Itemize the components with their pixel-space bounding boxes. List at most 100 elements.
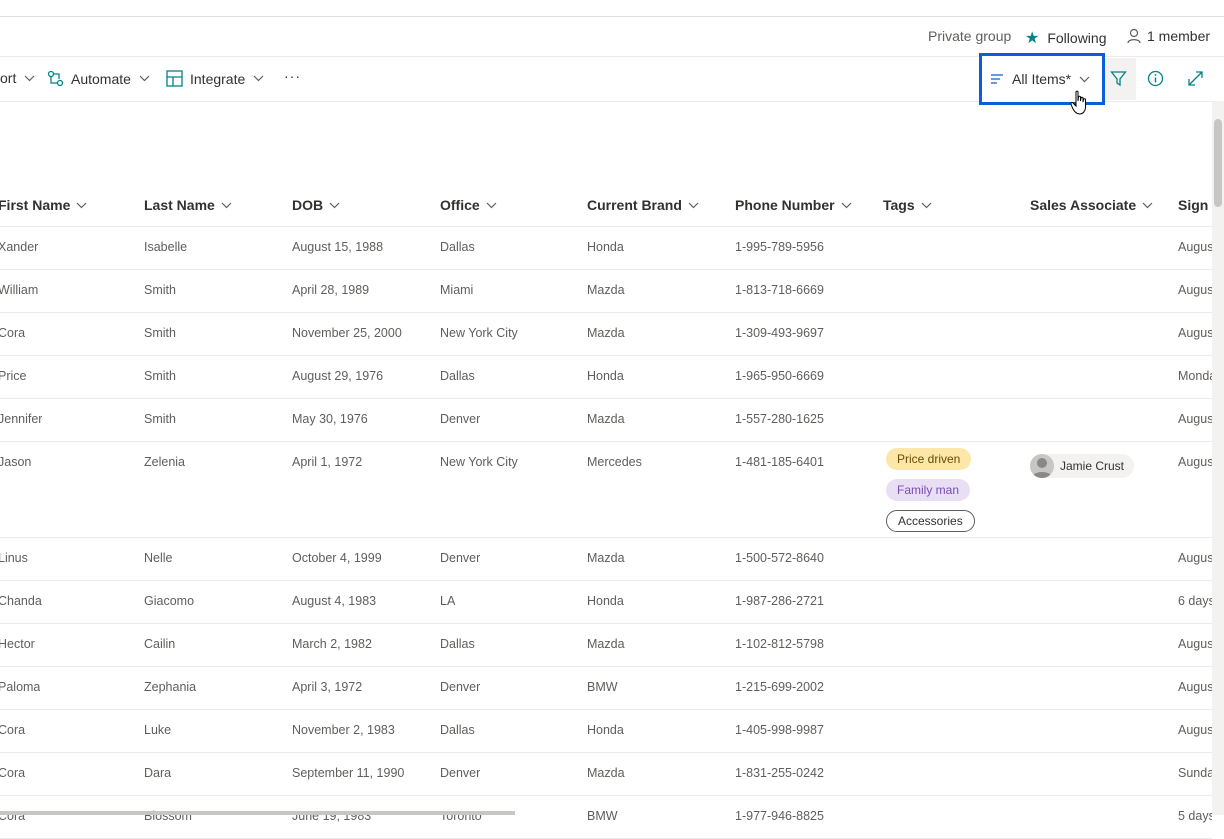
column-header-tags[interactable]: Tags: [883, 197, 932, 213]
table-row[interactable]: Xander Isabelle August 15, 1988 Dallas Honda…: [0, 227, 1212, 270]
column-header-first-name[interactable]: First Name: [0, 197, 87, 213]
table-row[interactable]: Cora Luke November 2, 1983 Dallas Honda 1-405…: [0, 710, 1212, 753]
brand-cell: Mazda: [587, 412, 625, 426]
chevron-down-icon: [1079, 76, 1090, 82]
vertical-scrollbar[interactable]: [1212, 101, 1224, 815]
tag-pill[interactable]: Family man: [886, 479, 971, 501]
chevron-down-icon: [841, 202, 852, 208]
phone-cell: 1-995-789-5956: [735, 240, 824, 254]
tag-pill[interactable]: Accessories: [886, 510, 975, 532]
last-name-cell: Giacomo: [144, 594, 195, 608]
table-row[interactable]: Hector Cailin March 2, 1982 Dallas Mazda 1-10…: [0, 624, 1212, 667]
brand-cell: Honda: [587, 723, 624, 737]
sign-up-cell: 5 days: [1178, 809, 1212, 823]
column-header-label: First Name: [0, 197, 71, 213]
last-name-cell: Luke: [144, 723, 172, 737]
sign-up-cell: August: [1178, 551, 1212, 565]
column-header-last-name[interactable]: Last Name: [144, 197, 232, 213]
sign-up-cell: August: [1178, 283, 1212, 297]
column-header-label: Current Brand: [587, 197, 682, 213]
office-cell: New York City: [440, 326, 518, 340]
phone-cell: 1-977-946-8825: [735, 809, 824, 823]
column-header-dob[interactable]: DOB: [292, 197, 340, 213]
phone-cell: 1-813-718-6669: [735, 283, 824, 297]
group-privacy-label: Private group: [928, 28, 1012, 44]
first-name-cell: William: [0, 283, 39, 297]
first-name-cell: Chanda: [0, 594, 42, 608]
brand-cell: Mazda: [587, 637, 625, 651]
office-cell: Dallas: [440, 723, 475, 737]
column-header-label: Sales Associate: [1030, 197, 1137, 213]
brand-cell: BMW: [587, 809, 618, 823]
column-header-current-brand[interactable]: Current Brand: [587, 197, 699, 213]
table-row[interactable]: Linus Nelle October 4, 1999 Denver Mazda 1-50…: [0, 538, 1212, 581]
column-header-label: DOB: [292, 197, 324, 213]
table-row[interactable]: William Smith April 28, 1989 Miami Mazda 1-81…: [0, 270, 1212, 313]
integrate-button[interactable]: Integrate: [166, 70, 264, 87]
column-header-office[interactable]: Office: [440, 197, 497, 213]
dob-cell: August 4, 1983: [292, 594, 377, 608]
persona-name: Jamie Crust: [1060, 459, 1125, 473]
first-name-cell: Jason: [0, 455, 32, 469]
export-button[interactable]: ort: [0, 70, 35, 86]
dob-cell: October 4, 1999: [292, 551, 382, 565]
last-name-cell: Smith: [144, 283, 176, 297]
column-header-sales-associate[interactable]: Sales Associate: [1030, 197, 1153, 213]
table-row[interactable]: Cora Smith November 25, 2000 New York City M…: [0, 313, 1212, 356]
more-commands-button[interactable]: ···: [284, 68, 301, 84]
following-button[interactable]: ★ Following: [1025, 28, 1106, 48]
tag-pill[interactable]: Price driven: [886, 448, 972, 470]
dob-cell: September 11, 1990: [292, 766, 405, 780]
last-name-cell: Cailin: [144, 637, 176, 651]
members-button[interactable]: 1 member: [1127, 28, 1210, 44]
horizontal-scrollbar[interactable]: [0, 811, 515, 815]
filter-icon[interactable]: [1110, 70, 1127, 87]
top-divider: [0, 0, 1224, 17]
office-cell: Denver: [440, 680, 481, 694]
last-name-cell: Smith: [144, 326, 176, 340]
phone-cell: 1-557-280-1625: [735, 412, 824, 426]
automate-icon: [47, 70, 64, 87]
table-row[interactable]: Chanda Giacomo August 4, 1983 LA Honda 1-987-…: [0, 581, 1212, 624]
office-cell: LA: [440, 594, 456, 608]
automate-button[interactable]: Automate: [47, 70, 150, 87]
column-header-phone-number[interactable]: Phone Number: [735, 197, 852, 213]
first-name-cell: Cora: [0, 766, 26, 780]
sales-associate-persona[interactable]: Jamie Crust: [1030, 454, 1135, 478]
integrate-label: Integrate: [190, 70, 246, 87]
phone-cell: 1-309-493-9697: [735, 326, 824, 340]
last-name-cell: Nelle: [144, 551, 173, 565]
sign-up-cell: August: [1178, 412, 1212, 426]
brand-cell: Honda: [587, 369, 624, 383]
first-name-cell: Price: [0, 369, 27, 383]
last-name-cell: Isabelle: [144, 240, 188, 254]
phone-cell: 1-481-185-6401: [735, 455, 824, 469]
phone-cell: 1-500-572-8640: [735, 551, 824, 565]
office-cell: Denver: [440, 551, 481, 565]
chevron-down-icon: [24, 75, 35, 81]
column-header-sign-up[interactable]: Sign U: [1178, 197, 1212, 213]
table-row[interactable]: Jennifer Smith May 30, 1976 Denver Mazda 1-55…: [0, 399, 1212, 442]
table-row[interactable]: Price Smith August 29, 1976 Dallas Honda 1-96…: [0, 356, 1212, 399]
brand-cell: Mazda: [587, 551, 625, 565]
scrollbar-thumb[interactable]: [1214, 119, 1222, 207]
dob-cell: November 2, 1983: [292, 723, 395, 737]
info-icon[interactable]: [1147, 70, 1164, 87]
table-row[interactable]: Cora Dara September 11, 1990 Denver Mazda 1-8…: [0, 753, 1212, 796]
sign-up-cell: Monday: [1178, 369, 1212, 383]
dob-cell: April 1, 1972: [292, 455, 363, 469]
last-name-cell: Smith: [144, 369, 176, 383]
first-name-cell: Jennifer: [0, 412, 43, 426]
table-row[interactable]: Jason Zelenia April 1, 1972 New York City Me…: [0, 442, 1212, 538]
table-row[interactable]: Cora Blossom June 19, 1983 Toronto BMW 1-977-…: [0, 796, 1212, 839]
export-label: ort: [0, 70, 17, 86]
last-name-cell: Zephania: [144, 680, 197, 694]
office-cell: Dallas: [440, 637, 475, 651]
dob-cell: May 30, 1976: [292, 412, 368, 426]
table-row[interactable]: Paloma Zephania April 3, 1972 Denver BMW 1-21…: [0, 667, 1212, 710]
expand-icon[interactable]: [1187, 70, 1204, 87]
column-header-label: Tags: [883, 197, 915, 213]
dob-cell: August 29, 1976: [292, 369, 384, 383]
column-header-label: Sign U: [1178, 197, 1212, 213]
last-name-cell: Dara: [144, 766, 172, 780]
